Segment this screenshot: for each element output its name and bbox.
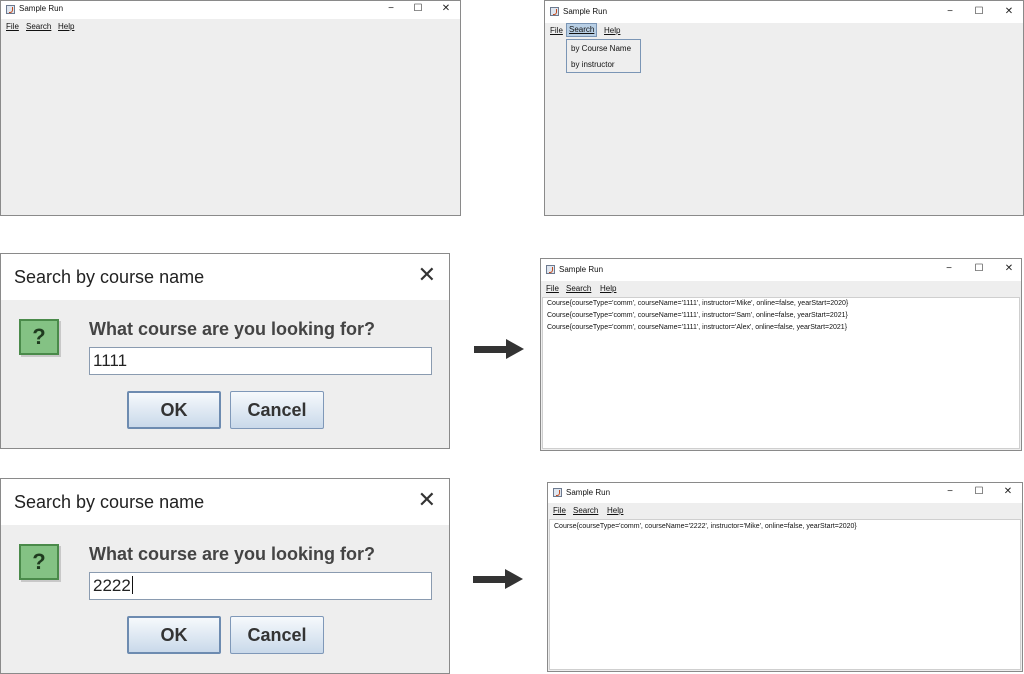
minimize-button[interactable]: − xyxy=(943,5,957,19)
close-button[interactable]: ✕ xyxy=(1002,5,1016,19)
ok-button[interactable]: OK xyxy=(127,616,221,654)
sample-run-window-search-menu: Sample Run − ☐ ✕ File Search Help by Cou… xyxy=(544,0,1024,216)
text-caret xyxy=(131,576,133,594)
result-line: Course{courseType='comm', courseName='11… xyxy=(547,324,848,331)
java-app-icon xyxy=(550,7,559,16)
result-line: Course{courseType='comm', courseName='11… xyxy=(547,300,849,307)
course-name-value: 2222 xyxy=(93,576,131,595)
close-button[interactable]: ✕ xyxy=(439,2,453,16)
java-app-icon xyxy=(546,265,555,274)
minimize-button[interactable]: − xyxy=(384,2,398,16)
result-line: Course{courseType='comm', courseName='11… xyxy=(547,312,848,319)
close-button[interactable]: ✕ xyxy=(1001,485,1015,499)
sample-run-window-results-2222: Sample Run − ☐ ✕ File Search Help Course… xyxy=(547,482,1023,672)
dialog-prompt: What course are you looking for? xyxy=(89,544,376,564)
java-app-icon xyxy=(6,5,15,14)
results-area[interactable]: Course{courseType='comm', courseName='11… xyxy=(542,297,1020,449)
search-dialog-1111: Search by course name ✕ ? What course ar… xyxy=(0,253,450,449)
window-title: Sample Run xyxy=(19,4,64,13)
window-title: Sample Run xyxy=(559,265,604,274)
menu-item-by-instructor[interactable]: by instructor xyxy=(571,60,615,69)
question-icon: ? xyxy=(19,544,59,580)
minimize-button[interactable]: − xyxy=(943,485,957,499)
menu-search[interactable]: Search xyxy=(24,21,53,32)
result-line: Course{courseType='comm', courseName='22… xyxy=(554,523,857,530)
dialog-title: Search by course name xyxy=(14,267,205,287)
dialog-title-bar: Search by course name ✕ xyxy=(1,254,449,300)
right-arrow-icon xyxy=(473,569,523,589)
menu-search[interactable]: Search xyxy=(571,505,600,516)
course-name-value: 1111 xyxy=(93,351,128,370)
menu-help[interactable]: Help xyxy=(605,505,625,516)
maximize-button[interactable]: ☐ xyxy=(972,262,986,276)
sample-run-window-empty: Sample Run − ☐ ✕ File Search Help xyxy=(0,0,461,216)
title-bar: Sample Run − ☐ ✕ xyxy=(1,1,460,19)
menu-file[interactable]: File xyxy=(548,25,565,36)
minimize-button[interactable]: − xyxy=(942,262,956,276)
java-app-icon xyxy=(553,488,562,497)
title-bar: Sample Run − ☐ ✕ xyxy=(548,483,1022,503)
course-name-input[interactable]: 2222 xyxy=(89,572,432,600)
window-title: Sample Run xyxy=(566,488,611,497)
dialog-close-icon[interactable]: ✕ xyxy=(418,489,436,511)
dialog-title-bar: Search by course name ✕ xyxy=(1,479,449,525)
menu-bar: File Search Help xyxy=(548,503,1022,517)
course-name-input[interactable]: 1111 xyxy=(89,347,432,375)
question-icon: ? xyxy=(19,319,59,355)
menu-help[interactable]: Help xyxy=(602,25,622,36)
menu-file[interactable]: File xyxy=(4,21,21,32)
search-menu-popup: by Course Name by instructor xyxy=(566,39,641,73)
ok-button[interactable]: OK xyxy=(127,391,221,429)
window-title: Sample Run xyxy=(563,7,608,16)
menu-help[interactable]: Help xyxy=(598,283,618,294)
title-bar: Sample Run − ☐ ✕ xyxy=(541,259,1021,281)
cancel-button[interactable]: Cancel xyxy=(230,616,324,654)
menu-help[interactable]: Help xyxy=(56,21,76,32)
title-bar: Sample Run − ☐ ✕ xyxy=(545,1,1023,23)
menu-bar: File Search Help xyxy=(541,281,1021,295)
close-button[interactable]: ✕ xyxy=(1002,262,1016,276)
menu-search[interactable]: Search xyxy=(566,23,598,37)
maximize-button[interactable]: ☐ xyxy=(972,5,986,19)
sample-run-window-results-1111: Sample Run − ☐ ✕ File Search Help Course… xyxy=(540,258,1022,451)
maximize-button[interactable]: ☐ xyxy=(411,2,425,16)
cancel-button[interactable]: Cancel xyxy=(230,391,324,429)
right-arrow-icon xyxy=(474,339,524,359)
search-dialog-2222: Search by course name ✕ ? What course ar… xyxy=(0,478,450,674)
menu-item-by-course-name[interactable]: by Course Name xyxy=(571,44,631,53)
menu-search[interactable]: Search xyxy=(564,283,593,294)
dialog-title: Search by course name xyxy=(14,492,205,512)
menu-bar: File Search Help xyxy=(1,19,460,34)
dialog-close-icon[interactable]: ✕ xyxy=(418,264,436,286)
dialog-prompt: What course are you looking for? xyxy=(89,319,376,339)
maximize-button[interactable]: ☐ xyxy=(972,485,986,499)
menu-bar: File Search Help xyxy=(545,23,1023,39)
menu-file[interactable]: File xyxy=(544,283,561,294)
menu-file[interactable]: File xyxy=(551,505,568,516)
results-area[interactable]: Course{courseType='comm', courseName='22… xyxy=(549,519,1021,670)
